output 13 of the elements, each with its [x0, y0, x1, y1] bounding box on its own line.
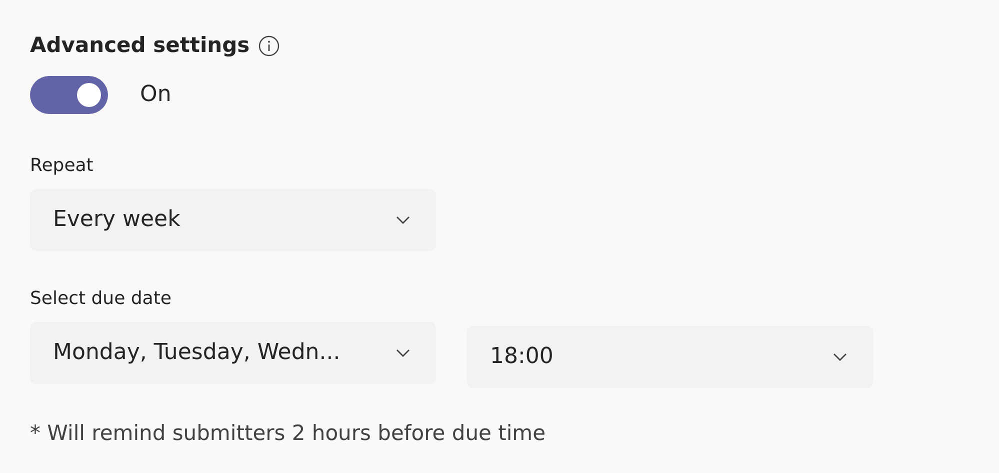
note-text: * Will remind submitters 2 hours before due time — [30, 420, 546, 446]
field-label: Select due date — [30, 286, 172, 310]
section-title: Advanced settings — [30, 32, 250, 59]
field-label: Repeat — [30, 154, 94, 178]
toggle-switch[interactable] — [30, 76, 108, 114]
chevron-down-icon — [396, 216, 410, 224]
chevron-down-icon — [396, 348, 410, 356]
dropdown[interactable]: Monday, Tuesday, Wedn... — [30, 322, 436, 384]
info-icon[interactable] — [258, 34, 280, 57]
dropdown[interactable]: Every week — [30, 188, 436, 250]
chevron-down-icon — [833, 352, 847, 360]
dropdown[interactable]: 18:00 — [467, 326, 873, 388]
toggle-label: On — [140, 81, 172, 109]
